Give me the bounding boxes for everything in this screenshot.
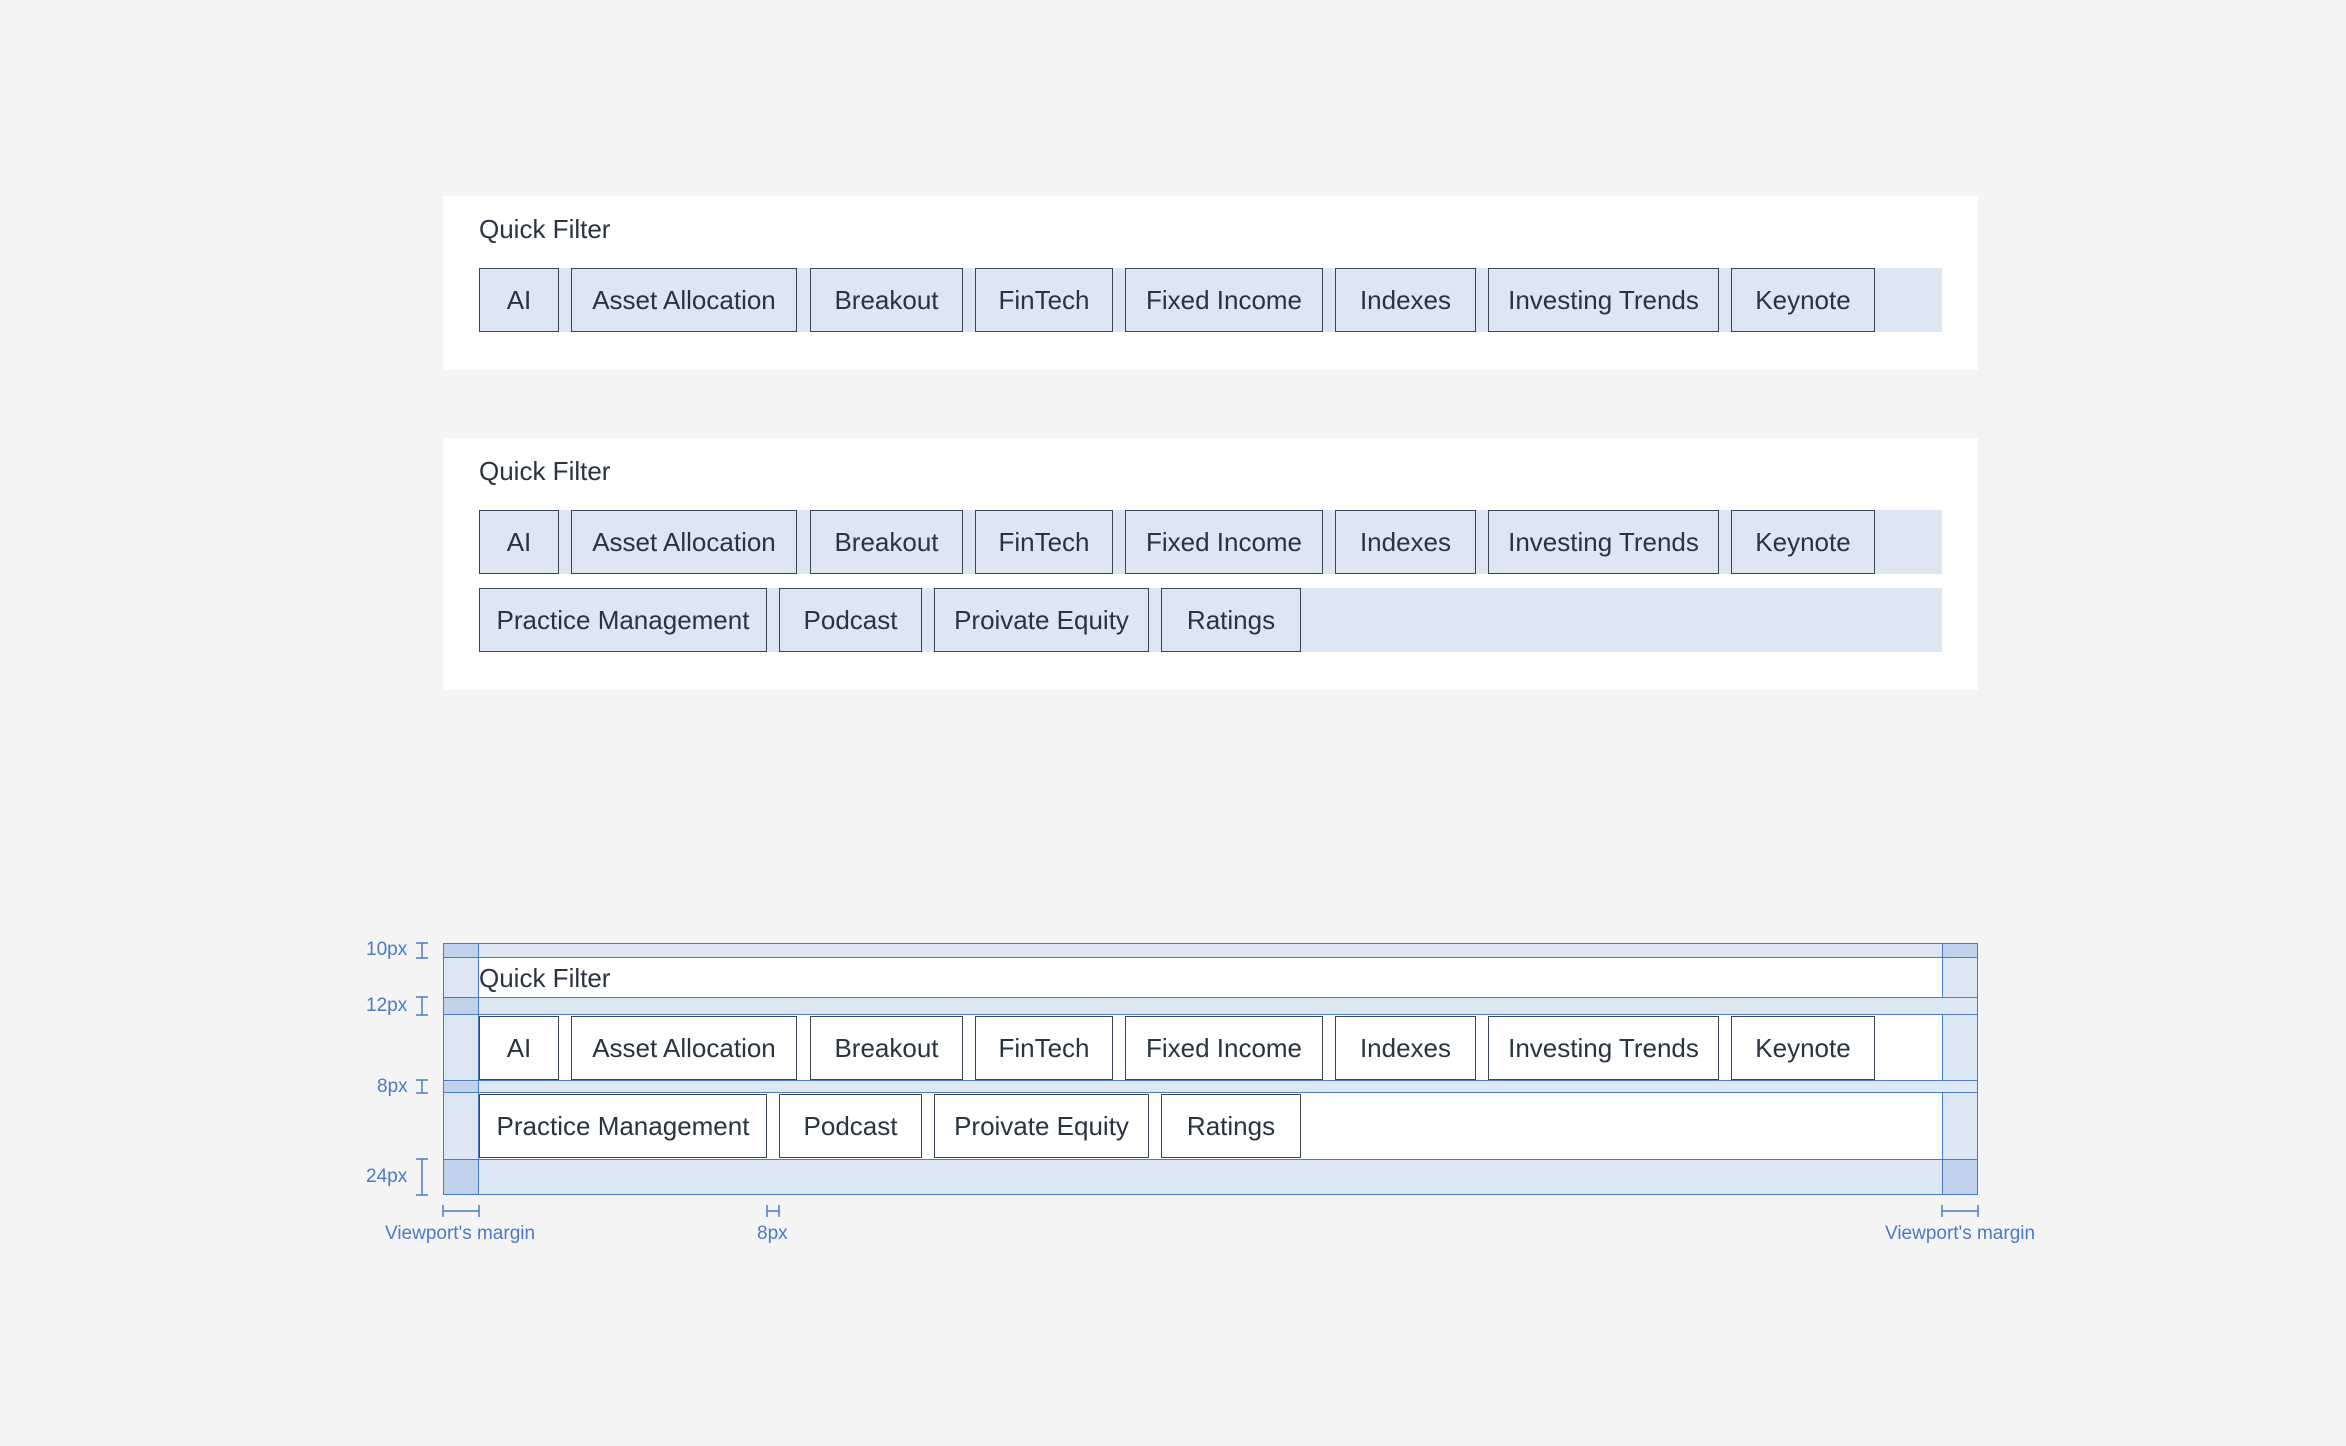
row-gap-dimension: [416, 1079, 428, 1094]
title-gap-label: 12px: [366, 995, 408, 1016]
left-margin-label: Viewport's margin: [385, 1223, 536, 1244]
row-gap-label: 8px: [377, 1076, 408, 1097]
left-margin-dimension: [442, 1205, 480, 1217]
right-margin-dimension: [1941, 1205, 1979, 1217]
bottom-padding-label: 24px: [366, 1166, 408, 1187]
top-padding-dimension: [416, 942, 428, 959]
title-gap-dimension: [416, 996, 428, 1016]
chip-gap-dimension: [766, 1205, 780, 1217]
spacing-spec-diagram: Quick Filter AI Asset Allocation Breakou…: [0, 0, 2346, 1446]
bottom-padding-dimension: [416, 1158, 428, 1196]
right-margin-label: Viewport's margin: [1885, 1223, 2036, 1244]
top-padding-label: 10px: [366, 939, 408, 960]
chip-gap-label: 8px: [757, 1223, 788, 1244]
